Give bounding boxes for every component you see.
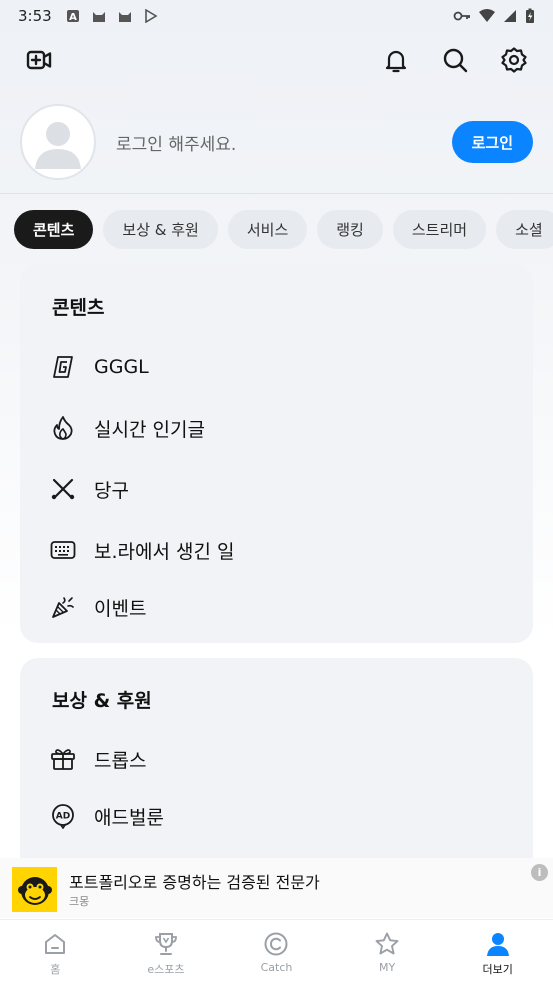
star-icon [373,930,401,958]
profile-section: 로그인 해주세요. 로그인 [20,102,533,182]
menu-item-label: 실시간 인기글 [94,418,205,441]
menu-item-drops[interactable]: 드롭스 [50,744,146,774]
menu-item-label: 이벤트 [94,597,147,620]
menu-item-label: 보.라에서 생긴 일 [94,540,235,563]
ad-banner[interactable]: 포트폴리오로 증명하는 검증된 전문가 크몽 i [0,858,553,918]
gggl-logo-icon [50,354,76,380]
billiard-cue-icon [50,476,76,502]
vpn-key-icon [453,11,470,21]
tab-more[interactable]: 더보기 [442,920,553,984]
home-icon [41,930,69,958]
svg-text:AD: AD [56,812,70,822]
login-prompt: 로그인 해주세요. [116,134,237,155]
wifi-icon [479,9,495,22]
chip-streamers[interactable]: 스트리머 [392,210,487,249]
menu-item-label: 애드벌룬 [94,806,164,829]
chip-services[interactable]: 서비스 [227,210,308,249]
avatar[interactable] [20,104,96,180]
tab-esports[interactable]: e스포츠 [111,920,222,984]
default-avatar-icon [35,122,81,169]
menu-item-bora-stories[interactable]: 보.라에서 생긴 일 [50,535,234,565]
ad-advertiser: 크몽 [69,895,90,908]
menu-item-trending[interactable]: 실시간 인기글 [50,413,205,443]
status-bar: 3:53 A [0,0,553,32]
info-icon[interactable]: i [531,864,548,881]
chip-contents[interactable]: 콘텐츠 [14,210,94,249]
search-icon[interactable] [437,42,473,78]
bottom-navigation: 홈 e스포츠 Catch MY 더보기 [0,919,553,984]
status-time: 3:53 [18,7,52,25]
bell-icon[interactable] [378,42,414,78]
keyboard-icon [50,537,76,563]
chip-ranking[interactable]: 랭킹 [317,210,383,249]
section-card-contents: 콘텐츠 GGGL 실시간 인기글 당구 보.라에서 생긴 일 이벤트 [20,264,533,643]
menu-item-label: 당구 [94,479,129,502]
trophy-icon [152,930,180,958]
menu-item-label: GGGL [94,356,149,378]
party-popper-icon [50,594,76,620]
gear-icon[interactable] [496,42,532,78]
ad-title: 포트폴리오로 증명하는 검증된 전문가 [69,873,320,892]
catch-icon [262,930,290,958]
flame-icon [50,415,76,441]
section-card-rewards: 보상 & 후원 드롭스 AD 애드벌룬 [20,658,533,858]
signal-icon [504,10,516,22]
category-chips: 콘텐츠 보상 & 후원 서비스 랭킹 스트리머 소셜 [14,210,553,249]
notification-cat-icon-2 [118,12,131,22]
section-title: 보상 & 후원 [52,690,152,712]
notification-a-icon: A [66,10,79,23]
tab-home[interactable]: 홈 [0,920,111,984]
monkey-logo-icon [17,876,52,905]
menu-item-gggl[interactable]: GGGL [50,352,149,382]
play-store-icon [144,9,158,23]
notification-cat-icon [92,12,105,22]
tab-label: e스포츠 [147,963,185,976]
tab-label: Catch [260,961,293,974]
menu-item-label: 드롭스 [94,749,147,772]
ad-balloon-icon: AD [50,803,76,829]
gift-icon [50,746,76,772]
tab-label: MY [378,961,396,974]
video-add-icon[interactable] [21,42,57,78]
menu-item-billiards[interactable]: 당구 [50,474,129,504]
tab-catch[interactable]: Catch [221,920,332,984]
section-title: 콘텐츠 [52,297,105,319]
tab-label: 홈 [50,963,61,976]
login-button[interactable]: 로그인 [451,121,533,163]
person-icon [484,930,512,958]
svg-text:A: A [69,12,77,23]
chip-social[interactable]: 소셜 [496,210,553,249]
battery-icon [526,8,534,23]
tab-label: 더보기 [482,963,513,976]
tab-my[interactable]: MY [332,920,443,984]
menu-item-ad-balloon[interactable]: AD 애드벌룬 [50,801,164,831]
advertiser-logo [12,867,57,912]
divider [0,193,553,194]
chip-rewards[interactable]: 보상 & 후원 [103,210,218,249]
menu-item-events[interactable]: 이벤트 [50,592,146,622]
top-bar [0,40,553,80]
